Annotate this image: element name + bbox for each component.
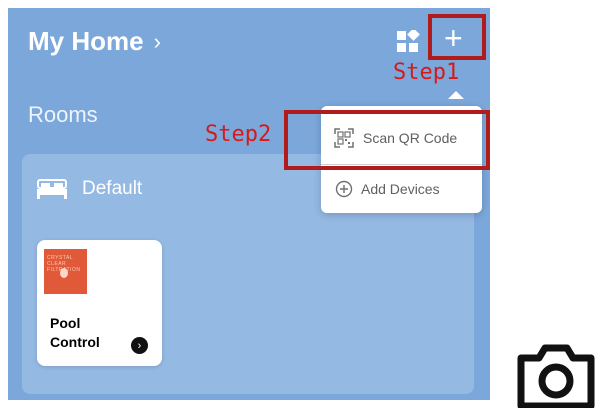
- device-thumbnail: CRYSTAL CLEAR FILTRATION: [44, 249, 87, 294]
- home-title: My Home: [28, 26, 144, 56]
- bed-icon: [37, 179, 67, 199]
- rooms-heading: Rooms: [28, 102, 98, 127]
- water-drop-icon: [60, 268, 68, 278]
- add-devices-label: Add Devices: [361, 181, 440, 197]
- chevron-circle-icon[interactable]: ›: [131, 337, 148, 354]
- home-selector[interactable]: My Home ›: [28, 26, 161, 57]
- step2-highlight-box: [284, 110, 490, 170]
- step2-label: Step2: [205, 122, 272, 147]
- room-name: Default: [82, 178, 143, 199]
- add-circle-icon: [335, 180, 353, 198]
- camera-icon: [517, 344, 595, 408]
- chevron-right-icon: ›: [153, 28, 161, 54]
- step1-label: Step1: [393, 60, 460, 85]
- room-label: Default: [36, 178, 142, 200]
- apps-grid-icon[interactable]: [396, 30, 420, 54]
- device-name: Pool Control: [50, 315, 100, 350]
- device-card-pool-control[interactable]: CRYSTAL CLEAR FILTRATION Pool Control ›: [37, 240, 162, 366]
- menu-pointer: [448, 91, 464, 99]
- step1-highlight-box: [428, 14, 486, 60]
- add-devices-item[interactable]: Add Devices: [321, 169, 482, 209]
